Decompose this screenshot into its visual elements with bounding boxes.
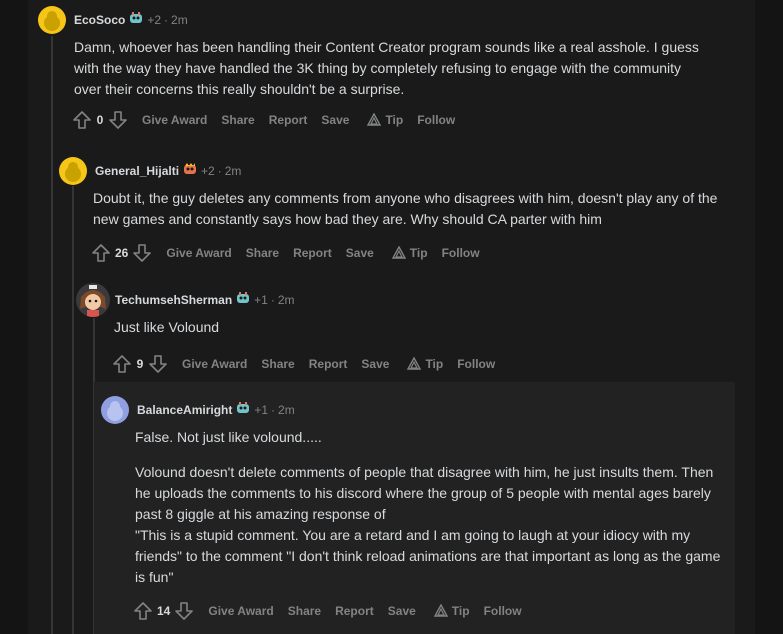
comment-actions: 14 Give Award Share Report Save Tip Foll… bbox=[133, 597, 731, 625]
comment-general-hijalti: General_Hijalti +2 · 2m Doubt it, the gu… bbox=[59, 157, 739, 267]
follow-button[interactable]: Follow bbox=[417, 113, 455, 127]
tip-icon bbox=[391, 246, 406, 259]
avatar[interactable] bbox=[59, 157, 87, 185]
report-button[interactable]: Report bbox=[293, 246, 332, 260]
comment-actions: 26 Give Award Share Report Save Tip Foll… bbox=[91, 239, 739, 267]
comment-ecosoco: EcoSoco +2 · 2m Damn, whoever has been h… bbox=[38, 6, 738, 134]
flair-icon bbox=[236, 401, 250, 419]
tip-button[interactable]: Tip bbox=[391, 246, 428, 260]
downvote-icon[interactable] bbox=[174, 601, 194, 621]
username[interactable]: EcoSoco bbox=[74, 13, 125, 27]
save-button[interactable]: Save bbox=[361, 357, 389, 371]
username[interactable]: TechumsehSherman bbox=[115, 293, 232, 307]
flair-icon bbox=[183, 162, 197, 180]
tip-button[interactable]: Tip bbox=[407, 357, 443, 371]
comment-paragraph: Just like Volound bbox=[114, 319, 220, 335]
upvote-icon[interactable] bbox=[133, 601, 153, 621]
karma-badge: +2 bbox=[147, 13, 162, 27]
vote-controls: 26 bbox=[91, 243, 152, 263]
tip-label: Tip bbox=[451, 604, 470, 618]
tip-button[interactable]: Tip bbox=[433, 604, 470, 618]
comment-header: EcoSoco +2 · 2m bbox=[38, 6, 738, 34]
comment-header: General_Hijalti +2 · 2m bbox=[59, 157, 739, 185]
report-button[interactable]: Report bbox=[309, 357, 348, 371]
comment-paragraph: Volound doesn't delete comments of peopl… bbox=[135, 464, 714, 522]
timestamp[interactable]: 2m bbox=[171, 13, 188, 27]
flair-icon bbox=[129, 11, 143, 29]
report-button[interactable]: Report bbox=[269, 113, 308, 127]
tip-icon bbox=[433, 604, 448, 617]
follow-button[interactable]: Follow bbox=[457, 357, 495, 371]
give-award-button[interactable]: Give Award bbox=[182, 357, 247, 371]
tip-icon bbox=[407, 357, 422, 370]
upvote-icon[interactable] bbox=[112, 354, 132, 374]
karma-badge: +2 bbox=[201, 164, 215, 178]
comment-header: TechumsehSherman +1 · 2m bbox=[76, 283, 736, 317]
comment-paragraph: Doubt it, the guy deletes any comments f… bbox=[93, 190, 718, 227]
tip-label: Tip bbox=[425, 357, 444, 371]
avatar[interactable] bbox=[76, 283, 110, 317]
comment-balanceamiright: BalanceAmiright +1 · 2m False. Not just … bbox=[101, 396, 731, 625]
comment-actions: 0 Give Award Share Report Save Tip Follo… bbox=[72, 106, 738, 134]
save-button[interactable]: Save bbox=[346, 246, 374, 260]
save-button[interactable]: Save bbox=[321, 113, 349, 127]
downvote-icon[interactable] bbox=[108, 110, 128, 130]
report-button[interactable]: Report bbox=[335, 604, 374, 618]
tip-label: Tip bbox=[385, 113, 404, 127]
share-button[interactable]: Share bbox=[221, 113, 254, 127]
comment-paragraph: "This is a stupid comment. You are a ret… bbox=[135, 527, 721, 585]
upvote-icon[interactable] bbox=[91, 243, 111, 263]
right-gutter bbox=[755, 0, 783, 634]
score: 0 bbox=[96, 113, 104, 127]
timestamp[interactable]: 2m bbox=[225, 164, 242, 178]
flair-icon bbox=[236, 291, 250, 309]
tip-button[interactable]: Tip bbox=[367, 113, 403, 127]
avatar[interactable] bbox=[38, 6, 66, 34]
comment-paragraph: Damn, whoever has been handling their Co… bbox=[74, 39, 699, 97]
comment-paragraph: False. Not just like volound..... bbox=[135, 429, 322, 445]
score: 26 bbox=[115, 246, 129, 260]
vote-controls: 14 bbox=[133, 601, 194, 621]
comment-body: Doubt it, the guy deletes any comments f… bbox=[93, 188, 729, 230]
follow-button[interactable]: Follow bbox=[484, 604, 522, 618]
save-button[interactable]: Save bbox=[388, 604, 416, 618]
follow-button[interactable]: Follow bbox=[442, 246, 480, 260]
downvote-icon[interactable] bbox=[148, 354, 168, 374]
vote-controls: 9 bbox=[112, 354, 168, 374]
comment-actions: 9 Give Award Share Report Save Tip Follo… bbox=[112, 350, 736, 378]
comment-techumsehsherman: TechumsehSherman +1 · 2m Just like Volou… bbox=[76, 283, 736, 378]
comment-body: False. Not just like volound..... Voloun… bbox=[135, 427, 731, 588]
upvote-icon[interactable] bbox=[72, 110, 92, 130]
tip-label: Tip bbox=[409, 246, 428, 260]
separator: · bbox=[164, 13, 169, 27]
downvote-icon[interactable] bbox=[132, 243, 152, 263]
separator: · bbox=[217, 164, 222, 178]
karma-badge: +1 bbox=[254, 293, 268, 307]
comment-body: Just like Volound bbox=[114, 317, 714, 338]
timestamp[interactable]: 2m bbox=[278, 403, 295, 417]
avatar[interactable] bbox=[101, 396, 129, 424]
give-award-button[interactable]: Give Award bbox=[142, 113, 207, 127]
separator: · bbox=[271, 403, 276, 417]
share-button[interactable]: Share bbox=[288, 604, 321, 618]
vote-controls: 0 bbox=[72, 110, 128, 130]
give-award-button[interactable]: Give Award bbox=[166, 246, 231, 260]
share-button[interactable]: Share bbox=[246, 246, 279, 260]
karma-badge: +1 bbox=[254, 403, 269, 417]
tip-icon bbox=[367, 113, 382, 126]
score: 14 bbox=[157, 604, 171, 618]
username[interactable]: General_Hijalti bbox=[95, 164, 179, 178]
comment-header: BalanceAmiright +1 · 2m bbox=[101, 396, 731, 424]
separator: · bbox=[270, 293, 275, 307]
timestamp[interactable]: 2m bbox=[278, 293, 295, 307]
score: 9 bbox=[136, 357, 144, 371]
left-gutter bbox=[0, 0, 28, 634]
share-button[interactable]: Share bbox=[261, 357, 294, 371]
comment-body: Damn, whoever has been handling their Co… bbox=[74, 37, 706, 100]
give-award-button[interactable]: Give Award bbox=[208, 604, 273, 618]
username[interactable]: BalanceAmiright bbox=[137, 403, 232, 417]
